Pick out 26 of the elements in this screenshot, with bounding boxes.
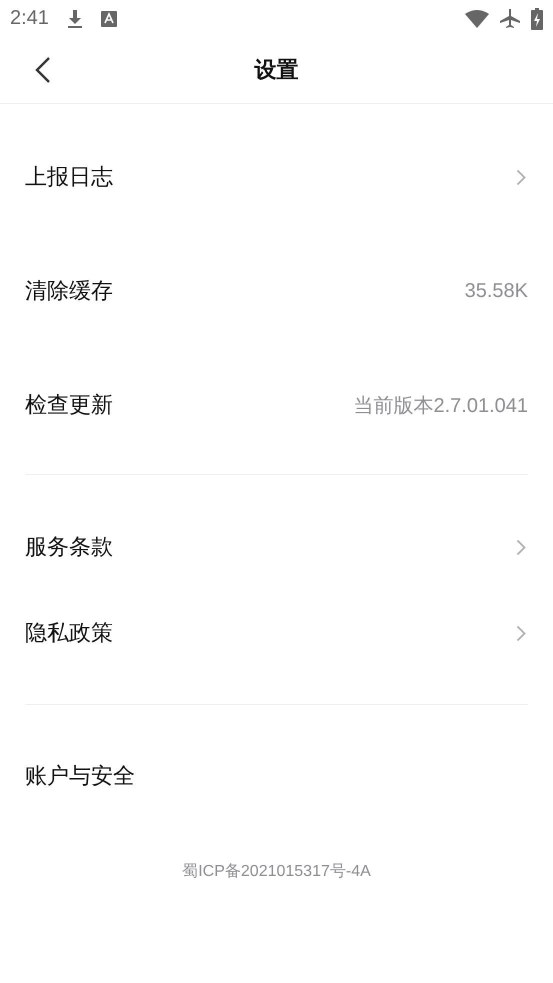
row-value: 当前版本2.7.01.041 — [353, 394, 528, 418]
status-time: 2:41 — [10, 7, 49, 30]
back-button[interactable] — [33, 55, 53, 85]
chevron-icon — [516, 624, 526, 642]
row-value: 35.58K — [464, 280, 528, 302]
row-label: 上报日志 — [25, 164, 113, 192]
settings-row[interactable]: 上报日志 — [25, 120, 528, 234]
settings-row[interactable]: 隐私政策 — [25, 590, 528, 676]
chevron-icon — [516, 168, 526, 186]
row-label: 账户与安全 — [25, 763, 135, 791]
battery-icon — [531, 8, 543, 30]
chevron-icon — [516, 538, 526, 556]
settings-row[interactable]: 清除缓存 35.58K — [25, 234, 528, 348]
settings-row[interactable]: 服务条款 — [25, 504, 528, 590]
row-label: 服务条款 — [25, 534, 113, 562]
page-title: 设置 — [254, 57, 298, 85]
wifi-icon — [465, 10, 489, 28]
icp-license-text: 蜀ICP备2021015317号-4A — [182, 862, 371, 882]
row-label: 清除缓存 — [25, 278, 113, 306]
font-icon — [100, 10, 117, 26]
row-label: 隐私政策 — [25, 620, 113, 648]
row-label: 检查更新 — [25, 392, 113, 420]
settings-row[interactable]: 账户与安全 — [25, 733, 528, 819]
settings-row[interactable]: 检查更新 当前版本2.7.01.041 — [25, 348, 528, 462]
airplane-icon — [499, 8, 521, 30]
download-icon — [66, 8, 83, 28]
